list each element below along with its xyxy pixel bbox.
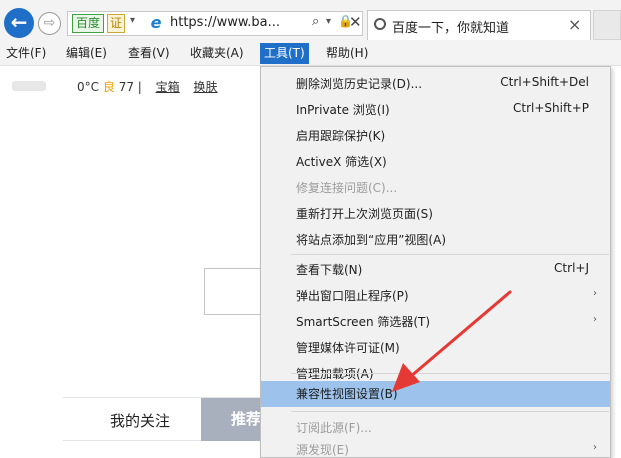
menu-item-label: 查看下载(N) bbox=[296, 263, 363, 277]
browser-toolbar: ← ⇨ 百度 证 ▾ e https://www.ba... ⌕ ▾ 🔒 ✕ 百… bbox=[0, 0, 621, 40]
tools-dropdown-menu: 删除浏览历史记录(D)... Ctrl+Shift+Del InPrivate … bbox=[260, 66, 611, 458]
air-quality-label: 良 bbox=[102, 80, 115, 94]
aqi-value: 77 bbox=[118, 80, 134, 94]
ie-favicon-icon: e bbox=[150, 13, 162, 32]
menu-item-label: 启用跟踪保护(K) bbox=[296, 129, 386, 143]
change-skin-link[interactable]: 换肤 bbox=[194, 80, 218, 94]
menu-item-fix-connection: 修复连接问题(C)... bbox=[261, 175, 610, 201]
weather-widget: 0°C 良 77 | 宝箱 换肤 bbox=[77, 78, 218, 95]
menu-item-add-site-to-apps[interactable]: 将站点添加到“应用”视图(A) bbox=[261, 227, 610, 253]
forward-button[interactable]: ⇨ bbox=[38, 12, 61, 35]
menu-file[interactable]: 文件(F) bbox=[2, 43, 50, 64]
menu-item-activex-filter[interactable]: ActiveX 筛选(X) bbox=[261, 149, 610, 175]
chevron-down-icon[interactable]: ▾ bbox=[130, 15, 135, 26]
address-bar[interactable]: 百度 证 ▾ e https://www.ba... ⌕ ▾ 🔒 ✕ bbox=[67, 11, 363, 36]
menu-view[interactable]: 查看(V) bbox=[124, 43, 174, 64]
tab-favicon-icon bbox=[374, 18, 386, 30]
shortcut-label: Ctrl+J bbox=[554, 261, 589, 275]
menu-item-label: 弹出窗口阻止程序(P) bbox=[296, 289, 409, 303]
menu-item-label: 删除浏览历史记录(D)... bbox=[296, 77, 423, 91]
shortcut-label: Ctrl+Shift+P bbox=[513, 101, 589, 115]
menu-item-compatibility-view[interactable]: 兼容性视图设置(B) bbox=[261, 381, 610, 407]
menu-item-label: InPrivate 浏览(I) bbox=[296, 103, 390, 117]
menu-item-popup-blocker[interactable]: 弹出窗口阻止程序(P) › bbox=[261, 283, 610, 309]
browser-tab[interactable]: 百度一下，你就知道 × bbox=[367, 10, 591, 40]
site-badge: 百度 bbox=[72, 14, 105, 33]
treasure-box-link[interactable]: 宝箱 bbox=[156, 80, 180, 94]
menu-item-label: 订阅此源(F)... bbox=[296, 421, 372, 435]
menu-item-inprivate[interactable]: InPrivate 浏览(I) Ctrl+Shift+P bbox=[261, 97, 610, 123]
menu-item-label: 重新打开上次浏览页面(S) bbox=[296, 207, 433, 221]
tab-recommended[interactable]: 推荐 bbox=[201, 398, 263, 441]
menu-edit[interactable]: 编辑(E) bbox=[62, 43, 111, 64]
search-icon[interactable]: ⌕ bbox=[312, 14, 319, 29]
menu-separator bbox=[291, 254, 609, 255]
menu-item-smartscreen[interactable]: SmartScreen 筛选器(T) › bbox=[261, 309, 610, 335]
certificate-badge[interactable]: 证 bbox=[107, 14, 126, 33]
separator: | bbox=[137, 80, 142, 94]
feed-tabs: 我的关注 推荐 bbox=[63, 397, 263, 441]
menu-separator bbox=[291, 411, 609, 412]
menu-item-delete-history[interactable]: 删除浏览历史记录(D)... Ctrl+Shift+Del bbox=[261, 71, 610, 97]
tab-title: 百度一下，你就知道 bbox=[392, 21, 510, 36]
menu-item-view-downloads[interactable]: 查看下载(N) Ctrl+J bbox=[261, 257, 610, 283]
forward-arrow-icon: ⇨ bbox=[43, 15, 56, 31]
temperature: 0°C bbox=[77, 80, 100, 94]
menu-item-label: 管理媒体许可证(M) bbox=[296, 341, 400, 355]
menu-item-media-licenses[interactable]: 管理媒体许可证(M) bbox=[261, 335, 610, 361]
menu-help[interactable]: 帮助(H) bbox=[322, 43, 372, 64]
back-button[interactable]: ← bbox=[4, 8, 34, 38]
search-dropdown-icon[interactable]: ▾ bbox=[326, 16, 331, 27]
menu-item-label: 源发现(E) bbox=[296, 443, 349, 457]
menu-item-reopen-last-session[interactable]: 重新打开上次浏览页面(S) bbox=[261, 201, 610, 227]
menu-favorites[interactable]: 收藏夹(A) bbox=[186, 43, 248, 64]
menu-item-label: 将站点添加到“应用”视图(A) bbox=[296, 233, 447, 247]
submenu-arrow-icon: › bbox=[593, 288, 597, 299]
menu-item-feed-discovery: 源发现(E) › bbox=[261, 437, 610, 457]
menu-item-label: SmartScreen 筛选器(T) bbox=[296, 315, 431, 329]
stop-icon[interactable]: ✕ bbox=[349, 13, 362, 31]
url-text[interactable]: https://www.ba... bbox=[170, 15, 280, 30]
menu-bar: 文件(F) 编辑(E) 查看(V) 收藏夹(A) 工具(T) 帮助(H) bbox=[0, 40, 621, 66]
search-input[interactable] bbox=[204, 268, 264, 315]
back-arrow-icon: ← bbox=[10, 10, 28, 34]
menu-item-label: ActiveX 筛选(X) bbox=[296, 155, 387, 169]
menu-item-label: 修复连接问题(C)... bbox=[296, 181, 398, 195]
menu-item-tracking-protection[interactable]: 启用跟踪保护(K) bbox=[261, 123, 610, 149]
new-tab-button[interactable] bbox=[593, 10, 621, 40]
menu-tools[interactable]: 工具(T) bbox=[260, 43, 309, 64]
close-tab-icon[interactable]: × bbox=[568, 15, 581, 34]
shortcut-label: Ctrl+Shift+Del bbox=[500, 75, 589, 89]
tab-my-follows[interactable]: 我的关注 bbox=[110, 410, 170, 431]
blurred-username bbox=[12, 81, 46, 91]
menu-item-label: 兼容性视图设置(B) bbox=[296, 387, 398, 401]
submenu-arrow-icon: › bbox=[593, 314, 597, 325]
menu-separator bbox=[291, 373, 609, 374]
submenu-arrow-icon: › bbox=[593, 442, 597, 453]
